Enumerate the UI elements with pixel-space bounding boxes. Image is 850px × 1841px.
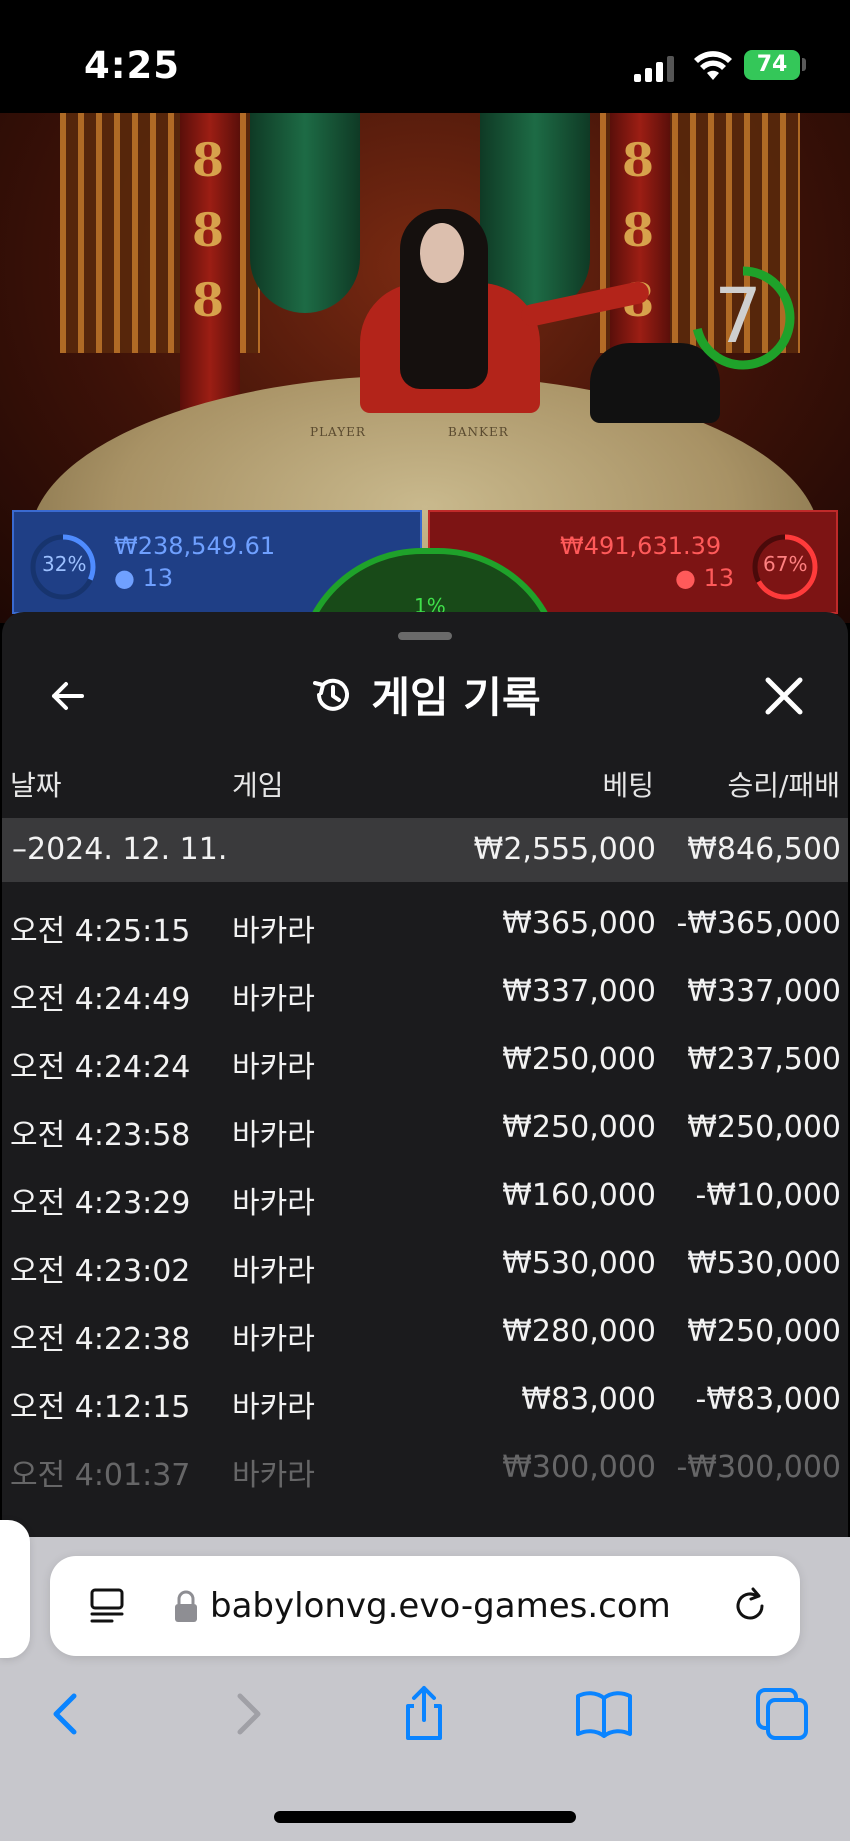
table-row[interactable]: 오전 4:12:15 바카라 ₩83,000 -₩83,000: [2, 1370, 848, 1438]
lock-icon: [175, 1590, 197, 1622]
player-total-amount: ₩238,549.61: [114, 532, 276, 560]
previous-tab-peek[interactable]: [0, 1520, 30, 1658]
countdown-timer: 7: [713, 271, 763, 360]
row-bet: ₩280,000: [502, 1314, 656, 1349]
column-header-winloss[interactable]: 승리/패배: [728, 764, 840, 804]
battery-tip: [802, 58, 806, 71]
player-count: ● 13: [114, 564, 173, 592]
row-bet: ₩83,000: [521, 1382, 656, 1417]
share-icon[interactable]: [394, 1684, 454, 1744]
decor-eight: 8: [192, 203, 225, 257]
row-time: 오전 4:23:02: [10, 1254, 191, 1289]
banker-percent: 67%: [763, 552, 808, 576]
browser-back-icon[interactable]: [36, 1684, 96, 1744]
row-bet: ₩300,000: [502, 1450, 656, 1485]
panel-title: 게임 기록: [371, 673, 541, 722]
row-time: 오전 4:24:24: [10, 1050, 191, 1085]
row-bet: ₩250,000: [502, 1042, 656, 1077]
row-bet: ₩365,000: [502, 906, 656, 941]
sheet-grabber[interactable]: [398, 632, 452, 640]
date-group-bet-total: ₩2,555,000: [473, 832, 656, 867]
status-bar: 4:25 74: [0, 0, 850, 113]
status-time: 4:25: [84, 44, 181, 87]
felt-player-label: PLAYER: [310, 425, 366, 439]
tabs-icon[interactable]: [752, 1684, 812, 1744]
home-indicator[interactable]: [274, 1811, 576, 1823]
row-time: 오전 4:23:29: [10, 1186, 191, 1221]
decor-eight: 8: [622, 203, 655, 257]
panel-header: 게임 기록: [2, 664, 848, 725]
table-row[interactable]: 오전 4:23:29 바카라 ₩160,000 -₩10,000: [2, 1166, 848, 1234]
row-winloss: -₩10,000: [695, 1178, 841, 1213]
table-row[interactable]: 오전 4:24:24 바카라 ₩250,000 ₩237,500: [2, 1030, 848, 1098]
table-row[interactable]: 오전 4:23:02 바카라 ₩530,000 ₩530,000: [2, 1234, 848, 1302]
row-game: 바카라: [232, 1458, 315, 1493]
row-winloss: ₩250,000: [687, 1110, 841, 1145]
row-bet: ₩160,000: [502, 1178, 656, 1213]
row-time: 오전 4:24:49: [10, 982, 191, 1017]
history-icon: [313, 678, 350, 711]
row-bet: ₩250,000: [502, 1110, 656, 1145]
wifi-icon: [694, 51, 732, 80]
row-time: 오전 4:12:15: [10, 1390, 191, 1425]
date-group-winloss-total: ₩846,500: [687, 832, 841, 867]
column-header-bet[interactable]: 베팅: [602, 764, 654, 804]
browser-forward-icon[interactable]: [218, 1684, 278, 1744]
felt-banker-label: BANKER: [448, 425, 509, 439]
row-time: 오전 4:23:58: [10, 1118, 191, 1153]
person-icon: ●: [675, 564, 696, 592]
row-game: 바카라: [232, 1050, 315, 1085]
row-winloss: ₩237,500: [687, 1042, 841, 1077]
row-game: 바카라: [232, 1186, 315, 1221]
curtain-left: [250, 113, 360, 313]
banker-count-value: 13: [703, 564, 735, 592]
row-winloss: -₩365,000: [676, 906, 841, 941]
row-winloss: -₩83,000: [695, 1382, 841, 1417]
row-game: 바카라: [232, 1390, 315, 1425]
table-row[interactable]: 오전 4:23:58 바카라 ₩250,000 ₩250,000: [2, 1098, 848, 1166]
banker-total-amount: ₩491,631.39: [560, 532, 722, 560]
url-text: babylonvg.evo-games.com: [210, 1586, 671, 1626]
table-row[interactable]: 오전 4:24:49 바카라 ₩337,000 ₩337,000: [2, 962, 848, 1030]
banker-count: ● 13: [675, 564, 734, 592]
column-header-game[interactable]: 게임: [232, 764, 284, 804]
person-icon: ●: [114, 564, 135, 592]
row-winloss: -₩300,000: [676, 1450, 841, 1485]
decor-eight: 8: [192, 273, 225, 327]
row-winloss: ₩337,000: [687, 974, 841, 1009]
battery-icon: 74: [744, 50, 800, 80]
battery-level: 74: [756, 52, 788, 77]
row-game: 바카라: [232, 1322, 315, 1357]
player-count-value: 13: [142, 564, 174, 592]
player-percent: 32%: [42, 552, 87, 576]
date-group-row[interactable]: –2024. 12. 11. ₩2,555,000 ₩846,500: [2, 818, 848, 882]
row-winloss: ₩250,000: [687, 1314, 841, 1349]
row-time: 오전 4:22:38: [10, 1322, 191, 1357]
dealer-face: [420, 223, 464, 283]
page-menu-icon[interactable]: [86, 1584, 130, 1628]
decor-eight: 8: [192, 133, 225, 187]
table-row[interactable]: 오전 4:22:38 바카라 ₩280,000 ₩250,000: [2, 1302, 848, 1370]
reload-icon[interactable]: [728, 1584, 772, 1628]
bookmarks-icon[interactable]: [574, 1684, 634, 1744]
row-game: 바카라: [232, 914, 315, 949]
date-group-label: –2024. 12. 11.: [12, 832, 228, 867]
cellular-signal-icon: [634, 56, 674, 82]
column-header-date[interactable]: 날짜: [10, 764, 62, 804]
row-winloss: ₩530,000: [687, 1246, 841, 1281]
row-game: 바카라: [232, 1118, 315, 1153]
row-bet: ₩337,000: [502, 974, 656, 1009]
curtain-right: [480, 113, 590, 313]
row-game: 바카라: [232, 1254, 315, 1289]
decor-eight: 8: [622, 133, 655, 187]
row-time: 오전 4:25:15: [10, 914, 191, 949]
row-bet: ₩530,000: [502, 1246, 656, 1281]
close-icon[interactable]: [754, 666, 814, 726]
game-history-panel: 게임 기록 날짜 게임 베팅 승리/패배 –2024. 12. 11. ₩2,5…: [2, 612, 848, 1537]
row-time: 오전 4:01:37: [10, 1458, 191, 1493]
table-row[interactable]: 오전 4:25:15 바카라 ₩365,000 -₩365,000: [2, 894, 848, 962]
table-row[interactable]: 오전 4:01:37 바카라 ₩300,000 -₩300,000: [2, 1438, 848, 1506]
row-game: 바카라: [232, 982, 315, 1017]
